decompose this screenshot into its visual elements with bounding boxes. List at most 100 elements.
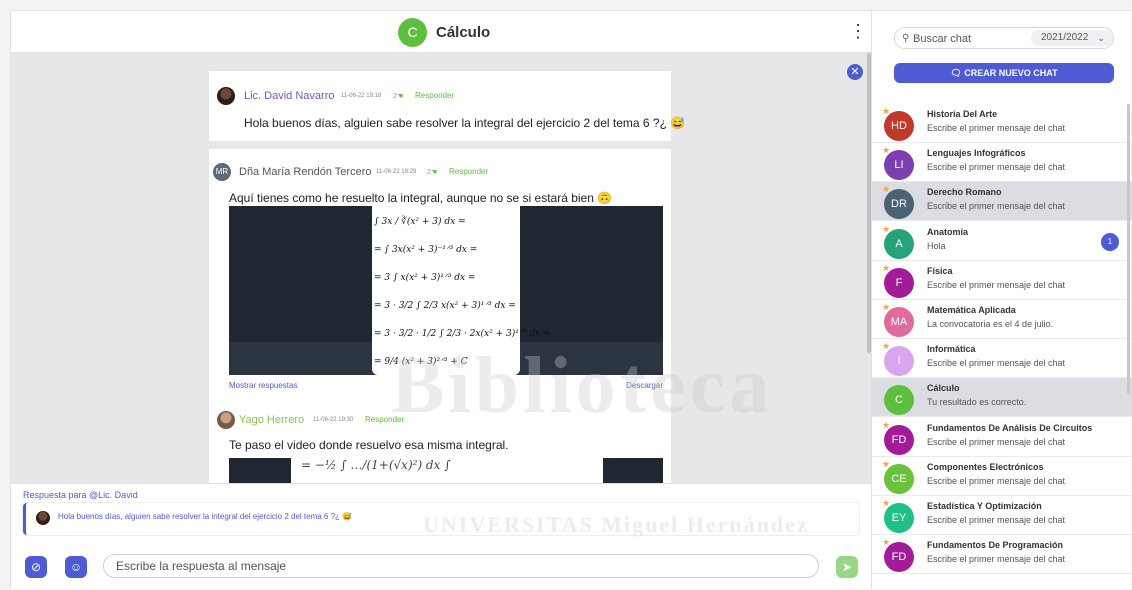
chat-list-item[interactable]: C Cálculo Tu resultado es correcto. bbox=[872, 378, 1132, 418]
message-input[interactable] bbox=[103, 554, 819, 578]
message-text: Aquí tienes como he resuelto la integral… bbox=[229, 191, 613, 205]
emoji-icon[interactable]: ☺ bbox=[65, 556, 87, 578]
chat-header: C Cálculo ⋮ bbox=[11, 11, 871, 53]
math-line: = 3 ∫ x(x² + 3)¹ᐟ³ dx = bbox=[374, 273, 476, 283]
star-icon: ★ bbox=[882, 184, 891, 195]
create-chat-button[interactable]: 🗨 CREAR NUEVO CHAT bbox=[894, 63, 1114, 83]
chat-name: Fundamentos De Programación bbox=[927, 540, 1064, 551]
more-options-icon[interactable]: ⋮ bbox=[849, 21, 867, 41]
math-line: = 3 · 3/2 · 1/2 ∫ 2/3 · 2x(x² + 3)¹ᐟ³ dx… bbox=[374, 329, 551, 339]
star-icon: ★ bbox=[882, 458, 891, 469]
star-icon: ★ bbox=[882, 302, 891, 312]
chat-list-item[interactable]: HD ★ Historia Del Arte Escribe el primer me… bbox=[872, 104, 1132, 143]
attached-image[interactable]: ∫ 3x / ∛(x² + 3) dx = = ∫ 3x(x² + 3)⁻¹ᐟ³… bbox=[229, 206, 663, 375]
chat-list-item[interactable]: LI ★ Lenguajes Infográficos Escribe el prim… bbox=[872, 143, 1132, 183]
star-icon: ★ bbox=[882, 145, 891, 156]
reply-target-label: Respuesta para @Lic. David bbox=[23, 490, 138, 500]
reply-button[interactable]: Responder bbox=[449, 167, 488, 176]
message-text: Te paso el video donde resuelvo esa mism… bbox=[229, 438, 509, 452]
app-window: C Cálculo ⋮ ✕ Lic. David Navarro 11-06-2… bbox=[10, 10, 1132, 589]
message-list[interactable]: ✕ Lic. David Navarro 11-06-22 19:18 2☚ R… bbox=[11, 53, 871, 483]
avatar: MR bbox=[213, 163, 231, 181]
reply-quote: Hola buenos días, alguien sabe resolver … bbox=[23, 503, 859, 535]
reply-button[interactable]: Responder bbox=[365, 415, 404, 424]
send-icon[interactable]: ➤ bbox=[836, 556, 858, 578]
video-frame: = −½ ∫ …/(1+(√x)²) dx ∫ bbox=[291, 458, 603, 483]
chat-name: Cálculo bbox=[927, 383, 960, 394]
chat-name: Informática bbox=[927, 344, 976, 355]
chat-list-item[interactable]: FD ★ Fundamentos De Programación Escribe el… bbox=[872, 535, 1132, 575]
chat-name: Matemática Aplicada bbox=[927, 305, 1016, 315]
chat-last-message: Escribe el primer mensaje del chat bbox=[927, 554, 1066, 565]
chat-last-message: Escribe el primer mensaje del chat bbox=[927, 162, 1066, 173]
chat-last-message: Escribe el primer mensaje del chat bbox=[927, 475, 1066, 486]
message-date: 11-06-22 19:29 bbox=[376, 169, 417, 175]
math-line: ∫ 3x / ∛(x² + 3) dx = bbox=[374, 217, 466, 227]
reply-composer: Respuesta para @Lic. David Hola buenos d… bbox=[11, 483, 871, 589]
chat-last-message: Escribe el primer mensaje del chat bbox=[927, 515, 1066, 525]
like-icon: ☚ bbox=[430, 169, 438, 176]
chat-last-message: Escribe el primer mensaje del chat bbox=[927, 123, 1066, 133]
likes-count[interactable]: 2☚ bbox=[393, 92, 403, 100]
chat-list-item[interactable]: FD ★ Fundamentos De Análisis De Circuitos E… bbox=[872, 418, 1132, 457]
chat-list-item[interactable]: CE ★ Componentes Electrónicos Escribe el pr… bbox=[872, 457, 1132, 496]
avatar bbox=[217, 87, 235, 105]
star-icon: ★ bbox=[882, 341, 891, 352]
message-card: Lic. David Navarro 11-06-22 19:18 2☚ Res… bbox=[209, 71, 685, 141]
search-input[interactable] bbox=[913, 31, 1023, 46]
star-icon: ★ bbox=[882, 537, 891, 548]
chat-last-message: Tu resultado es correcto. bbox=[927, 397, 1027, 408]
chat-last-message: Escribe el primer mensaje del chat bbox=[927, 436, 1066, 447]
chat-sidebar: ⚲ 2021/2022 ⌄ 🗨 CREAR NUEVO CHAT HD★Hist… bbox=[871, 11, 1132, 589]
chat-name: Anatomía bbox=[927, 226, 969, 237]
star-icon: ★ bbox=[882, 223, 891, 234]
avatar bbox=[36, 511, 50, 525]
math-formula-image: ∫ 3x / ∛(x² + 3) dx = = ∫ 3x(x² + 3)⁻¹ᐟ³… bbox=[372, 206, 551, 375]
chat-name: Física bbox=[927, 265, 953, 276]
chat-name: Fundamentos De Análisis De Circuitos bbox=[927, 422, 1093, 433]
search-box[interactable]: ⚲ 2021/2022 ⌄ bbox=[894, 27, 1114, 49]
message-author[interactable]: Dña María Rendón Tercero bbox=[239, 166, 371, 178]
message-author[interactable]: Yago Herrero bbox=[239, 414, 304, 426]
attach-icon[interactable]: ⊘ bbox=[25, 556, 47, 578]
message-text: Hola buenos días, alguien sabe resolver … bbox=[244, 116, 686, 130]
math-line: = 3 · 3/2 ∫ 2/3 x(x² + 3)¹ᐟ³ dx = bbox=[374, 301, 516, 311]
scrollbar[interactable] bbox=[1127, 104, 1130, 394]
message-card: MR Dña María Rendón Tercero 11-06-22 19:… bbox=[209, 149, 671, 483]
likes-count[interactable]: 2☚ bbox=[427, 168, 437, 176]
year-select[interactable]: 2021/2022 ⌄ bbox=[1031, 30, 1113, 46]
chat-last-message: Escribe el primer mensaje del chat bbox=[927, 358, 1066, 369]
chat-title: Cálculo bbox=[436, 24, 491, 41]
chat-list-item[interactable]: EY ★ Estadística Y Optimización Escribe el … bbox=[872, 496, 1132, 535]
reply-button[interactable]: Responder bbox=[415, 91, 454, 100]
chat-list-item[interactable]: I ★ Informática Escribe el primer mensaje d… bbox=[872, 339, 1132, 379]
video-thumbnail[interactable]: = −½ ∫ …/(1+(√x)²) dx ∫ bbox=[229, 458, 663, 483]
chat-list-item[interactable]: MA ★ Matemática Aplicada La convocatoria es… bbox=[872, 300, 1132, 339]
chat-name: Componentes Electrónicos bbox=[927, 461, 1044, 472]
avatar bbox=[217, 411, 235, 429]
download-link[interactable]: Descargar bbox=[626, 381, 663, 390]
message-date: 11-06-22 19:18 bbox=[341, 93, 382, 99]
show-replies-link[interactable]: Mostrar respuestas bbox=[229, 381, 297, 390]
chat-icon: 🗨 bbox=[950, 68, 962, 78]
nested-reply: Yago Herrero 11-06-22 19:30 Responder Te… bbox=[209, 401, 671, 483]
math-line: = ∫ 3x(x² + 3)⁻¹ᐟ³ dx = bbox=[374, 245, 478, 255]
close-icon[interactable]: ✕ bbox=[847, 64, 863, 80]
chat-last-message: Escribe el primer mensaje del chat bbox=[927, 201, 1066, 212]
chat-list-item[interactable]: F ★ Física Escribe el primer mensaje del ch… bbox=[872, 261, 1132, 300]
star-icon: ★ bbox=[882, 498, 891, 508]
unread-badge: 1 bbox=[1101, 232, 1119, 251]
star-icon: ★ bbox=[882, 106, 891, 116]
year-value: 2021/2022 bbox=[1041, 32, 1089, 43]
chat-last-message: Hola bbox=[927, 240, 946, 251]
star-icon: ★ bbox=[882, 262, 891, 273]
chat-list-item[interactable]: A ★ Anatomía Hola 1 bbox=[872, 222, 1132, 261]
search-icon: ⚲ bbox=[902, 33, 910, 44]
chat-list-item[interactable]: DR ★ Derecho Romano Escribe el primer mensa… bbox=[872, 182, 1132, 222]
math-line: = 9/4 (x² + 3)²ᐟ³ + C bbox=[374, 357, 468, 367]
chat-name: Lenguajes Infográficos bbox=[927, 148, 1026, 159]
message-author[interactable]: Lic. David Navarro bbox=[244, 90, 334, 102]
message-date: 11-06-22 19:30 bbox=[313, 417, 354, 423]
chat-name: Historia Del Arte bbox=[927, 109, 998, 119]
star-icon: ★ bbox=[882, 419, 891, 430]
